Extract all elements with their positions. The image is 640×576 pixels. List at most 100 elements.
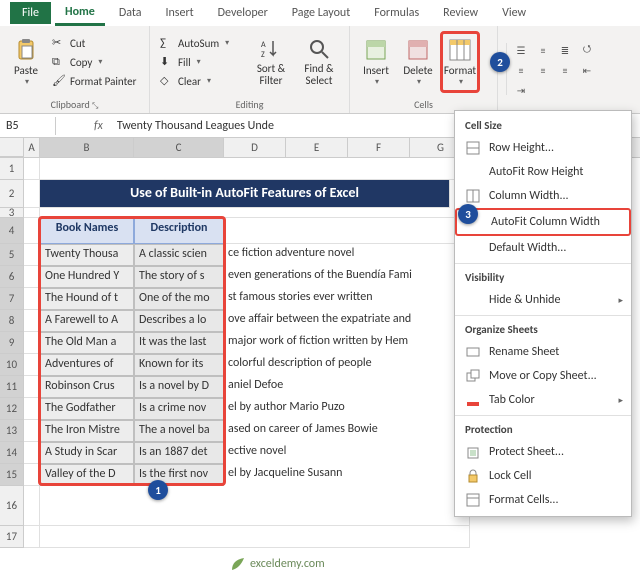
cell-overflow-text: el by author Mario Puzo	[224, 398, 464, 420]
align-left-button[interactable]: ≡	[511, 62, 531, 80]
insert-cells-button[interactable]: Insert ▾	[356, 31, 396, 93]
row-header[interactable]: 9	[0, 332, 24, 354]
row-header[interactable]: 15	[0, 464, 24, 486]
menu-hide-unhide[interactable]: Hide & Unhide▸	[455, 288, 631, 312]
ribbon-group-cells: Insert ▾ Delete ▾ Format ▾ Cells	[350, 26, 498, 113]
align-middle-button[interactable]: ≡	[533, 42, 553, 60]
cell-description[interactable]: Is the first nov	[134, 464, 224, 486]
cell-book-name[interactable]: The Hound of t	[40, 288, 134, 310]
row-header[interactable]: 5	[0, 244, 24, 266]
menu-section-protection: Protection	[455, 419, 631, 440]
tab-file[interactable]: File	[10, 2, 51, 24]
menu-format-cells[interactable]: Format Cells...	[455, 488, 631, 512]
menu-tab-color[interactable]: Tab Color▸	[455, 388, 631, 412]
row-header[interactable]: 10	[0, 354, 24, 376]
tab-review[interactable]: Review	[433, 2, 488, 24]
col-header-d[interactable]: D	[224, 138, 286, 157]
menu-row-height[interactable]: Row Height...	[455, 136, 631, 160]
select-all-corner[interactable]	[0, 138, 24, 157]
col-header-f[interactable]: F	[348, 138, 410, 157]
cell-description[interactable]: A classic scien	[134, 244, 224, 266]
paste-button[interactable]: Paste ▾	[6, 31, 46, 93]
col-header-c[interactable]: C	[134, 138, 224, 157]
format-cells-button[interactable]: Format ▾	[440, 31, 480, 93]
menu-autofit-column[interactable]: AutoFit Column Width	[455, 208, 631, 236]
align-right-button[interactable]: ≡	[555, 62, 575, 80]
tab-formulas[interactable]: Formulas	[364, 2, 429, 24]
delete-cells-button[interactable]: Delete ▾	[398, 31, 438, 93]
menu-default-width[interactable]: Default Width...	[455, 236, 631, 260]
menu-move-copy[interactable]: Move or Copy Sheet...	[455, 364, 631, 388]
cell-book-name[interactable]: Twenty Thousa	[40, 244, 134, 266]
cell-book-name[interactable]: The Godfather	[40, 398, 134, 420]
cell-description[interactable]: Is a crime nov	[134, 398, 224, 420]
menu-rename-sheet[interactable]: Rename Sheet	[455, 340, 631, 364]
col-header-e[interactable]: E	[286, 138, 348, 157]
orientation-button[interactable]: ⭯	[577, 42, 597, 60]
fx-icon[interactable]: fx	[86, 119, 111, 133]
cell-description[interactable]: Known for its	[134, 354, 224, 376]
cell-description[interactable]: The story of s	[134, 266, 224, 288]
cell-book-name[interactable]: Adventures of	[40, 354, 134, 376]
cell-book-name[interactable]: A Study in Scar	[40, 442, 134, 464]
row-header[interactable]: 14	[0, 442, 24, 464]
cell-description[interactable]: It was the last	[134, 332, 224, 354]
decrease-indent-button[interactable]: ⇤	[577, 62, 597, 80]
increase-indent-button[interactable]: ⇥	[511, 82, 531, 100]
cell-description[interactable]: The a novel ba	[134, 420, 224, 442]
cell-description[interactable]: Describes a lo	[134, 310, 224, 332]
fill-button[interactable]: ⬇ Fill ▾	[156, 53, 246, 71]
row-header[interactable]: 13	[0, 420, 24, 442]
menu-protect-sheet[interactable]: Protect Sheet...	[455, 440, 631, 464]
tab-pagelayout[interactable]: Page Layout	[282, 2, 360, 24]
row-header[interactable]: 6	[0, 266, 24, 288]
cut-button[interactable]: ✂ Cut	[48, 34, 140, 52]
menu-lock-cell[interactable]: Lock Cell	[455, 464, 631, 488]
menu-rename-label: Rename Sheet	[489, 345, 559, 359]
cell-book-name[interactable]: Robinson Crus	[40, 376, 134, 398]
format-painter-label: Format Painter	[70, 75, 136, 88]
row-header[interactable]: 1	[0, 158, 24, 180]
cell-description[interactable]: One of the mo	[134, 288, 224, 310]
cell-description[interactable]: Is an 1887 det	[134, 442, 224, 464]
callout-badge-3: 3	[458, 204, 478, 224]
cell-description[interactable]: Is a novel by D	[134, 376, 224, 398]
copy-button[interactable]: ⧉ Copy ▾	[48, 53, 140, 71]
callout-badge-2: 2	[490, 52, 510, 72]
clear-button[interactable]: ◇ Clear ▾	[156, 72, 246, 90]
name-box[interactable]: B5	[0, 117, 56, 135]
autosum-button[interactable]: ∑ AutoSum ▾	[156, 34, 246, 52]
row-header[interactable]: 8	[0, 310, 24, 332]
align-center-button[interactable]: ≡	[533, 62, 553, 80]
row-header[interactable]: 11	[0, 376, 24, 398]
row-header[interactable]: 4	[0, 218, 24, 244]
tab-data[interactable]: Data	[109, 2, 152, 24]
cell-overflow-text: ased on career of James Bowie	[224, 420, 464, 442]
menu-autofit-row[interactable]: AutoFit Row Height	[455, 160, 631, 184]
sort-filter-button[interactable]: AZ Sort & Filter	[248, 31, 294, 93]
tab-home[interactable]: Home	[55, 1, 105, 26]
row-header[interactable]: 16	[0, 486, 24, 526]
align-bottom-button[interactable]: ≣	[555, 42, 575, 60]
col-header-a[interactable]: A	[24, 138, 40, 157]
tab-developer[interactable]: Developer	[208, 2, 278, 24]
menu-column-width[interactable]: Column Width...	[455, 184, 631, 208]
align-top-button[interactable]: ☰	[511, 42, 531, 60]
cell-book-name[interactable]: The Iron Mistre	[40, 420, 134, 442]
col-header-b[interactable]: B	[40, 138, 134, 157]
cell-book-name[interactable]: The Old Man a	[40, 332, 134, 354]
row-header[interactable]: 7	[0, 288, 24, 310]
tab-insert[interactable]: Insert	[155, 2, 203, 24]
tab-view[interactable]: View	[492, 2, 536, 24]
cell-book-name[interactable]: Valley of the D	[40, 464, 134, 486]
row-header[interactable]: 17	[0, 526, 24, 548]
header-book-names: Book Names	[40, 218, 134, 244]
row-header[interactable]: 3	[0, 208, 24, 218]
cell-book-name[interactable]: A Farewell to A	[40, 310, 134, 332]
find-select-button[interactable]: Find & Select	[296, 31, 342, 93]
format-painter-button[interactable]: 🖌 Format Painter	[48, 72, 140, 90]
cell-book-name[interactable]: One Hundred Y	[40, 266, 134, 288]
row-header[interactable]: 12	[0, 398, 24, 420]
format-cells-dialog-icon	[465, 492, 481, 508]
row-header[interactable]: 2	[0, 180, 24, 208]
